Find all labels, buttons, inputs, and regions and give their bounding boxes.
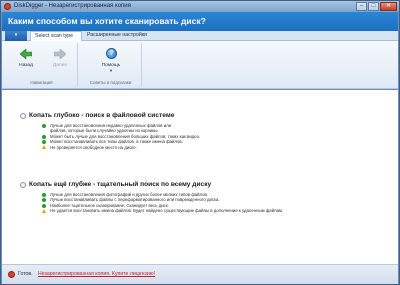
option-features: Лучше для восстановления недавно удаленн… (42, 123, 200, 150)
minimize-button[interactable]: – (356, 2, 367, 11)
option-dig-deep[interactable]: Копать глубоко - поиск в файловой систем… (20, 112, 200, 150)
check-icon (42, 198, 46, 203)
option-title: Копать глубоко - поиск в файловой систем… (29, 112, 175, 119)
option-dig-deeper[interactable]: Копать ещё глубже - тщательный поиск по … (20, 181, 283, 214)
check-icon (42, 134, 46, 139)
list-item: Не проверяется свободное место на диске. (42, 145, 200, 150)
check-icon (42, 193, 46, 197)
next-button-label: Далее (52, 63, 68, 68)
arrow-left-icon (20, 49, 32, 59)
tips-group-label: Советы и подсказки (89, 80, 132, 85)
tab-select-scan-type[interactable]: Select scan type (30, 31, 82, 41)
chevron-down-icon: ▼ (109, 68, 113, 73)
ribbon-panel: Назад Далее Навигация ? Помощь ▼ Советы … (2, 41, 398, 89)
page-title: Каким способом вы хотите сканировать дис… (8, 16, 206, 26)
dig-deep-radio[interactable] (20, 113, 26, 119)
navigation-group-label: Навигация (30, 80, 53, 85)
back-button[interactable]: Назад (12, 45, 40, 73)
maximize-button[interactable]: □ (368, 2, 379, 11)
window-controls: – □ ✕ (355, 2, 397, 11)
arrow-right-icon (54, 49, 66, 59)
diskdigger-status-icon (8, 271, 15, 278)
next-button[interactable]: Далее (46, 45, 74, 73)
dig-deeper-radio[interactable] (20, 182, 26, 188)
list-item: Не удается восстановить имена файлов. Бу… (42, 208, 283, 213)
check-icon (42, 203, 46, 208)
help-icon: ? (106, 48, 117, 59)
app-window: DiskDigger - Незарегистрированная копия … (0, 0, 400, 285)
tab-advanced-settings[interactable]: Расширенные настройки (83, 31, 155, 41)
status-text: Готов. (18, 271, 33, 277)
diskdigger-logo-icon (4, 3, 11, 10)
title-bar[interactable]: DiskDigger - Незарегистрированная копия … (1, 1, 399, 12)
warning-icon (42, 145, 46, 150)
window-title: DiskDigger - Незарегистрированная копия (14, 3, 131, 9)
application-menu-button[interactable]: ▾ (5, 31, 27, 41)
help-button[interactable]: ? Помощь ▼ (97, 45, 125, 73)
option-features: Лучше для восстановления фотографий и др… (42, 192, 283, 214)
scan-type-options: Копать глубоко - поиск в файловой систем… (2, 90, 398, 264)
tips-group: ? Помощь ▼ Советы и подсказки (80, 43, 142, 87)
warning-icon (42, 208, 46, 213)
buy-license-link[interactable]: Незарегистрированная копия. Купите лицен… (38, 270, 155, 279)
check-icon (42, 124, 46, 128)
close-button[interactable]: ✕ (380, 2, 397, 11)
ribbon-tabs: ▾ Select scan type Расширенные настройки (2, 31, 398, 41)
wizard-header: Каким способом вы хотите сканировать дис… (2, 12, 398, 31)
navigation-group: Назад Далее Навигация (6, 43, 78, 87)
option-title: Копать ещё глубже - тщательный поиск по … (29, 181, 212, 188)
back-button-label: Назад (19, 63, 33, 68)
check-icon (42, 140, 46, 145)
status-bar: Готов. Незарегистрированная копия. Купит… (2, 264, 398, 284)
